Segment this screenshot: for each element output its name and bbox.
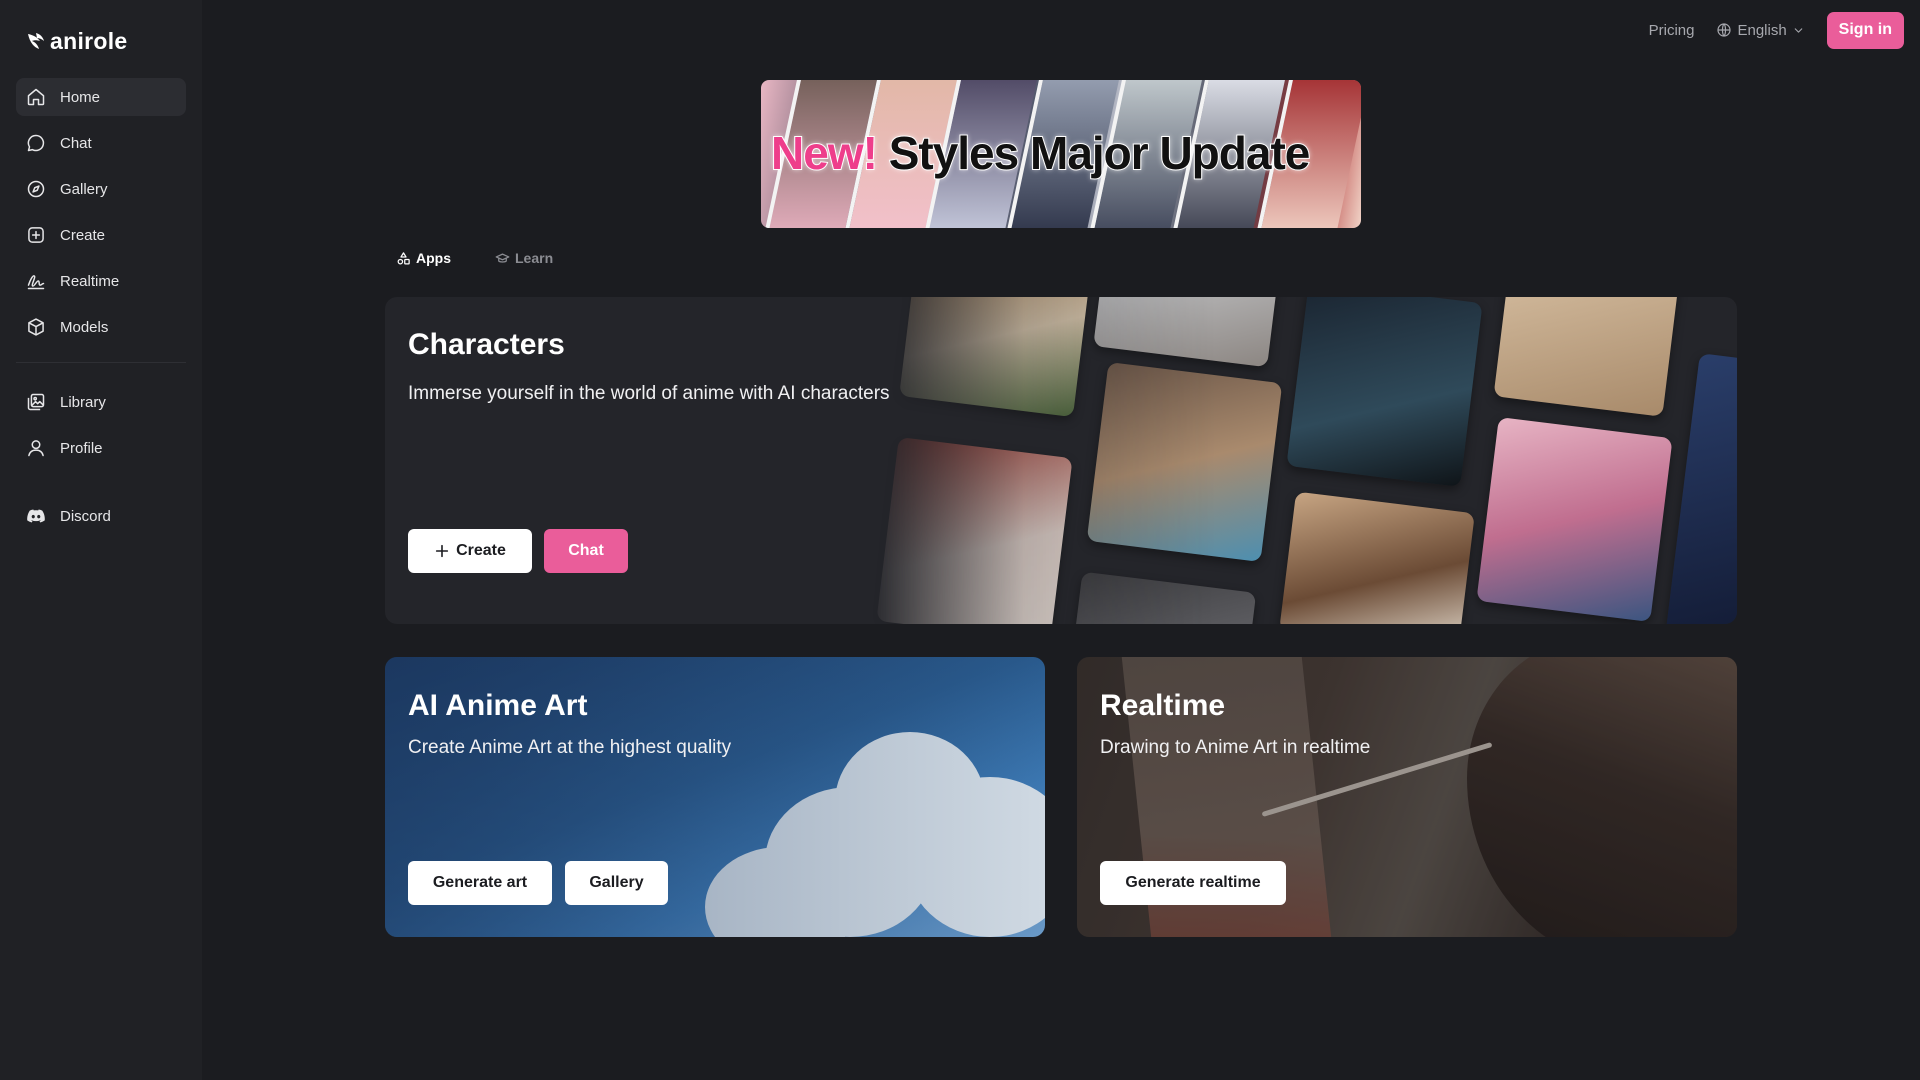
ai-anime-art-title: AI Anime Art <box>408 689 588 722</box>
pricing-link[interactable]: Pricing <box>1649 22 1695 39</box>
sidebar-item-label: Chat <box>60 134 92 152</box>
logo-icon <box>28 33 44 49</box>
globe-icon <box>1717 23 1732 37</box>
sidebar-item-label: Discord <box>60 507 111 525</box>
chat-icon <box>27 134 45 152</box>
ai-anime-art-card: AI Anime Art Create Anime Art at the hig… <box>385 657 1045 937</box>
sidebar-item-models[interactable]: Models <box>16 308 186 346</box>
characters-collage <box>867 297 1737 624</box>
sidebar-item-gallery[interactable]: Gallery <box>16 170 186 208</box>
chat-button[interactable]: Chat <box>544 529 628 573</box>
plus-icon <box>435 544 449 558</box>
sidebar-item-realtime[interactable]: Realtime <box>16 262 186 300</box>
gallery-button[interactable]: Gallery <box>565 861 668 905</box>
logo-text: anirole <box>50 27 128 54</box>
sidebar: anirole Home Chat Gallery Create Realtim… <box>0 0 202 1080</box>
character-thumbnail <box>1476 417 1673 622</box>
character-thumbnail <box>1072 571 1257 624</box>
cube-icon <box>28 318 44 336</box>
sidebar-item-label: Library <box>60 393 106 411</box>
sidebar-item-chat[interactable]: Chat <box>16 124 186 162</box>
sidebar-item-label: Profile <box>60 439 103 457</box>
characters-card: Characters Immerse yourself in the world… <box>385 297 1737 624</box>
generate-art-button[interactable]: Generate art <box>408 861 552 905</box>
characters-title: Characters <box>408 328 565 361</box>
signature-icon <box>27 275 45 290</box>
sidebar-item-library[interactable]: Library <box>16 383 186 421</box>
apps-icon <box>397 251 410 264</box>
characters-subtitle: Immerse yourself in the world of anime w… <box>408 383 890 404</box>
character-thumbnail <box>1493 297 1681 417</box>
discord-icon <box>27 509 45 523</box>
banner-new-text: New! <box>770 126 879 180</box>
sidebar-item-home[interactable]: Home <box>16 78 186 116</box>
language-label: English <box>1737 21 1787 39</box>
banner-headline: New! Styles Major Update <box>770 126 1312 180</box>
tab-apps[interactable]: Apps <box>396 250 451 266</box>
create-button-label: Create <box>456 542 506 559</box>
character-thumbnail <box>899 297 1090 418</box>
realtime-card: Realtime Drawing to Anime Art in realtim… <box>1077 657 1737 937</box>
character-thumbnail <box>1286 297 1483 487</box>
sidebar-item-profile[interactable]: Profile <box>16 429 186 467</box>
character-thumbnail <box>1086 362 1283 562</box>
language-selector[interactable]: English <box>1716 22 1804 39</box>
create-character-button[interactable]: Create <box>408 529 532 573</box>
tab-label: Learn <box>515 250 554 266</box>
character-thumbnail <box>876 437 1073 624</box>
logo[interactable]: anirole <box>26 26 186 56</box>
realtime-title: Realtime <box>1100 689 1226 722</box>
character-thumbnail <box>1093 297 1280 368</box>
sidebar-item-label: Home <box>60 88 101 106</box>
plus-square-icon <box>28 227 44 243</box>
tab-label: Apps <box>416 250 451 266</box>
realtime-subtitle: Drawing to Anime Art in realtime <box>1100 737 1371 758</box>
sidebar-item-label: Realtime <box>60 272 120 290</box>
character-thumbnail <box>1664 353 1737 624</box>
sidebar-item-create[interactable]: Create <box>16 216 186 254</box>
sidebar-item-label: Gallery <box>60 180 108 198</box>
sidebar-item-label: Models <box>60 318 109 336</box>
chevron-down-icon <box>1794 27 1802 33</box>
generate-realtime-button[interactable]: Generate realtime <box>1100 861 1286 905</box>
home-icon <box>27 88 45 106</box>
tab-learn[interactable]: Learn <box>495 250 553 266</box>
sign-in-button[interactable]: Sign in <box>1826 11 1904 49</box>
section-tabs: Apps Learn <box>396 250 553 266</box>
compass-icon <box>27 180 45 198</box>
top-header: Pricing English Sign in <box>202 0 1920 60</box>
image-library-icon <box>27 393 45 411</box>
sidebar-item-label: Create <box>60 226 106 244</box>
character-thumbnail <box>1279 491 1475 624</box>
user-icon <box>28 440 44 457</box>
sidebar-divider <box>16 362 186 363</box>
graduation-cap-icon <box>495 253 510 263</box>
promo-banner[interactable]: New! Styles Major Update <box>761 80 1361 228</box>
ai-anime-art-subtitle: Create Anime Art at the highest quality <box>408 737 732 758</box>
banner-main-text: Styles Major Update <box>888 126 1312 180</box>
sidebar-item-discord[interactable]: Discord <box>16 497 186 535</box>
